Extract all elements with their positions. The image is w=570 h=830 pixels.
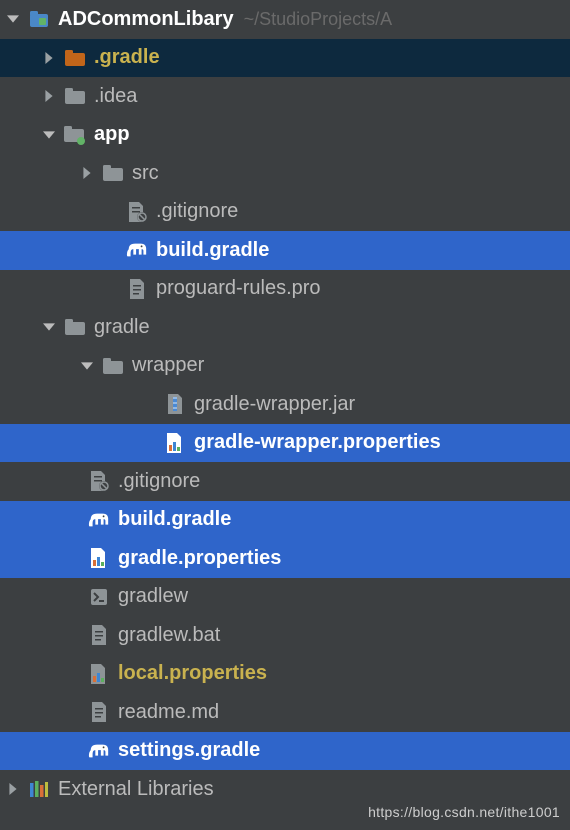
chevron-right-icon[interactable] bbox=[78, 167, 96, 179]
folder-gray-icon bbox=[64, 316, 86, 338]
tree-item-label: build.gradle bbox=[118, 508, 231, 531]
tree-item-label: readme.md bbox=[118, 701, 219, 724]
tree-row[interactable]: gradlew.bat bbox=[0, 616, 570, 655]
props-icon bbox=[164, 432, 186, 454]
chevron-right-icon[interactable] bbox=[4, 783, 22, 795]
chevron-down-icon[interactable] bbox=[40, 321, 58, 333]
shell-icon bbox=[88, 586, 110, 608]
tree-item-label: gradle-wrapper.properties bbox=[194, 431, 441, 454]
chevron-right-icon[interactable] bbox=[40, 52, 58, 64]
file-icon bbox=[126, 278, 148, 300]
path-hint: ~/StudioProjects/A bbox=[244, 9, 393, 30]
tree-item-label: External Libraries bbox=[58, 778, 214, 801]
tree-item-label: settings.gradle bbox=[118, 739, 260, 762]
jar-icon bbox=[164, 393, 186, 415]
tree-row[interactable]: gradle.properties bbox=[0, 539, 570, 578]
tree-row[interactable]: build.gradle bbox=[0, 501, 570, 540]
tree-item-label: gradle.properties bbox=[118, 547, 281, 570]
tree-item-label: gradlew.bat bbox=[118, 624, 220, 647]
tree-item-label: .gradle bbox=[94, 46, 160, 69]
tree-item-label: proguard-rules.pro bbox=[156, 277, 321, 300]
tree-row[interactable]: .gradle bbox=[0, 39, 570, 78]
tree-row[interactable]: gradle-wrapper.properties bbox=[0, 424, 570, 463]
watermark: https://blog.csdn.net/ithe1001 bbox=[368, 804, 560, 820]
tree-item-label: src bbox=[132, 162, 159, 185]
folder-gray-icon bbox=[102, 162, 124, 184]
tree-item-label: gradle bbox=[94, 316, 150, 339]
tree-row[interactable]: settings.gradle bbox=[0, 732, 570, 771]
tree-row[interactable]: build.gradle bbox=[0, 231, 570, 270]
folder-gray-icon bbox=[102, 355, 124, 377]
chevron-down-icon[interactable] bbox=[78, 360, 96, 372]
props-icon bbox=[88, 663, 110, 685]
folder-dot-icon bbox=[64, 124, 86, 146]
tree-row[interactable]: local.properties bbox=[0, 655, 570, 694]
chevron-down-icon[interactable] bbox=[40, 129, 58, 141]
tree-item-label: wrapper bbox=[132, 354, 204, 377]
tree-item-label: .idea bbox=[94, 85, 137, 108]
tree-row[interactable]: ADCommonLibary ~/StudioProjects/A bbox=[0, 0, 570, 39]
tree-item-label: local.properties bbox=[118, 662, 267, 685]
chevron-down-icon[interactable] bbox=[4, 13, 22, 25]
file-icon bbox=[88, 701, 110, 723]
tree-row[interactable]: proguard-rules.pro bbox=[0, 270, 570, 309]
file-ignore-icon bbox=[88, 470, 110, 492]
tree-item-label: .gitignore bbox=[118, 470, 200, 493]
folder-gray-icon bbox=[64, 85, 86, 107]
chevron-right-icon[interactable] bbox=[40, 90, 58, 102]
file-ignore-icon bbox=[126, 201, 148, 223]
props-icon bbox=[88, 547, 110, 569]
file-icon bbox=[88, 624, 110, 646]
elephant-icon bbox=[88, 509, 110, 531]
folder-orange-icon bbox=[64, 47, 86, 69]
libs-icon bbox=[28, 778, 50, 800]
tree-row[interactable]: External Libraries bbox=[0, 770, 570, 809]
tree-item-label: ADCommonLibary bbox=[58, 8, 234, 31]
tree-row[interactable]: .gitignore bbox=[0, 193, 570, 232]
tree-row[interactable]: .idea bbox=[0, 77, 570, 116]
project-icon bbox=[28, 8, 50, 30]
tree-row[interactable]: src bbox=[0, 154, 570, 193]
tree-row[interactable]: gradlew bbox=[0, 578, 570, 617]
tree-row[interactable]: gradle-wrapper.jar bbox=[0, 385, 570, 424]
tree-item-label: gradlew bbox=[118, 585, 188, 608]
project-tree: ADCommonLibary ~/StudioProjects/A .gradle.… bbox=[0, 0, 570, 809]
elephant-icon bbox=[88, 740, 110, 762]
tree-item-label: build.gradle bbox=[156, 239, 269, 262]
tree-item-label: app bbox=[94, 123, 130, 146]
tree-row[interactable]: app bbox=[0, 116, 570, 155]
tree-row[interactable]: readme.md bbox=[0, 693, 570, 732]
tree-row[interactable]: wrapper bbox=[0, 347, 570, 386]
tree-item-label: gradle-wrapper.jar bbox=[194, 393, 355, 416]
elephant-icon bbox=[126, 239, 148, 261]
tree-row[interactable]: gradle bbox=[0, 308, 570, 347]
tree-row[interactable]: .gitignore bbox=[0, 462, 570, 501]
tree-item-label: .gitignore bbox=[156, 200, 238, 223]
